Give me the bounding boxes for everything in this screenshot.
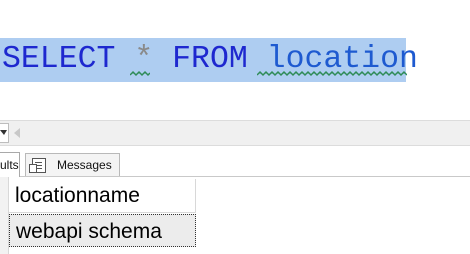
tab-messages[interactable]: Messages — [25, 153, 120, 176]
squiggle-underline-star — [130, 70, 150, 77]
row-header-column — [0, 177, 9, 254]
horizontal-scrollbar[interactable] — [0, 120, 470, 146]
column-header-locationname[interactable]: locationname — [9, 179, 196, 213]
tab-results[interactable]: ults — [0, 152, 20, 177]
zoom-dropdown[interactable] — [0, 123, 9, 143]
chevron-down-icon — [0, 130, 7, 135]
keyword-select: SELECT — [2, 42, 116, 77]
query-editor[interactable]: SELECT * FROM location — [0, 0, 470, 115]
squiggle-underline-table — [257, 70, 407, 77]
grid-cell[interactable]: webapi schema — [9, 214, 196, 247]
tab-messages-label: Messages — [57, 158, 112, 172]
scroll-left-arrow-icon[interactable] — [14, 128, 20, 138]
keyword-from: FROM — [172, 42, 248, 77]
messages-icon — [29, 158, 46, 173]
